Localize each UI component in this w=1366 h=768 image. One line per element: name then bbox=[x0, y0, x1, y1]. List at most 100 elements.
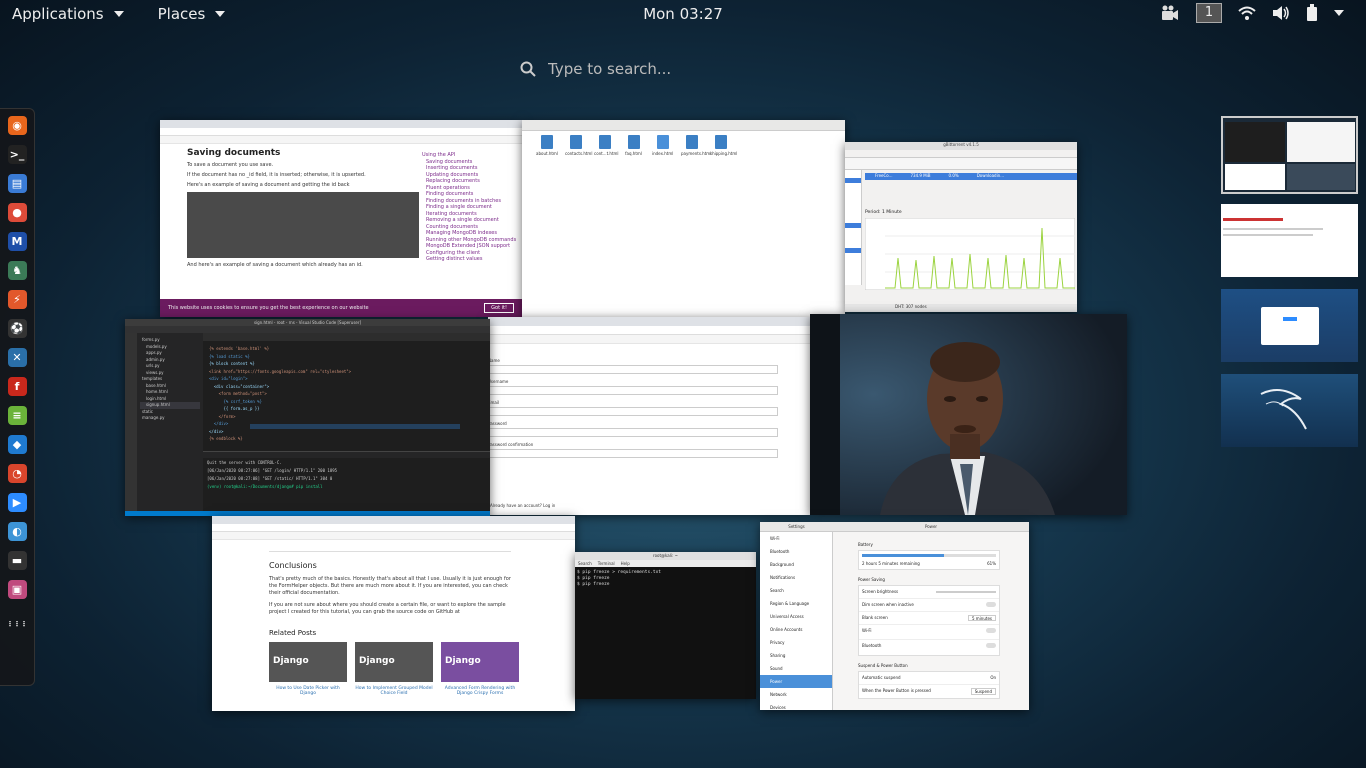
code-editor[interactable]: {% extends 'base.html' %} {% load static … bbox=[209, 345, 484, 450]
editor-tabs[interactable] bbox=[203, 333, 490, 341]
form-input[interactable] bbox=[488, 428, 778, 437]
file-item[interactable]: cont...t.html bbox=[594, 135, 619, 156]
post-caption[interactable]: Advanced Form Rendering with Django Cris… bbox=[441, 686, 519, 696]
places-menu[interactable]: Places bbox=[146, 0, 238, 27]
auto-suspend-row[interactable]: Automatic suspend On bbox=[859, 672, 999, 685]
clapper-icon[interactable]: ▬ bbox=[7, 551, 27, 570]
settings-sidebar-item[interactable]: Region & Language bbox=[760, 597, 832, 610]
wifi-row[interactable]: Wi-Fi bbox=[859, 625, 999, 640]
workspace-thumb-1[interactable] bbox=[1221, 116, 1358, 194]
form-input[interactable] bbox=[488, 386, 778, 395]
bluetooth-row[interactable]: Bluetooth bbox=[859, 640, 999, 655]
flash-icon[interactable]: f bbox=[7, 377, 27, 396]
settings-sidebar-item[interactable]: Network bbox=[760, 688, 832, 701]
workspace-thumb-3[interactable] bbox=[1221, 289, 1358, 362]
menu-bar[interactable] bbox=[125, 326, 490, 333]
settings-sidebar-item[interactable]: Power bbox=[760, 675, 832, 688]
blank-screen-row[interactable]: Blank screen 5 minutes bbox=[859, 612, 999, 625]
related-post[interactable]: Django How to Implement Grouped Model Cho… bbox=[355, 642, 433, 696]
table-row[interactable]: FreeCo... 734.9 MiB 0.0% Downloadin... bbox=[865, 173, 1077, 180]
file-item[interactable]: about.html bbox=[536, 135, 558, 156]
app-icon[interactable]: ▣ bbox=[7, 580, 27, 599]
form-input[interactable] bbox=[488, 407, 778, 416]
wifi-icon[interactable] bbox=[1238, 5, 1256, 21]
post-caption[interactable]: How to Use Date Picker with Django bbox=[269, 686, 347, 696]
files-headerbar[interactable] bbox=[522, 120, 845, 131]
address-bar[interactable] bbox=[160, 128, 522, 136]
file-item[interactable]: shipping.html bbox=[710, 135, 737, 156]
form-input[interactable] bbox=[488, 365, 778, 374]
tab-strip[interactable] bbox=[160, 120, 522, 128]
vscode-window[interactable]: sign.html - root - rns - Visual Studio C… bbox=[125, 319, 490, 516]
browser-window-mongo-docs[interactable]: Saving documents To save a document you … bbox=[160, 120, 522, 317]
soccer-icon[interactable]: ⚽ bbox=[7, 319, 27, 338]
ghidra-icon[interactable]: ♞ bbox=[7, 261, 27, 280]
explorer-panel[interactable]: forms.py models.py apps.py admin.py urls.py v… bbox=[137, 333, 203, 516]
post-caption[interactable]: How to Implement Grouped Model Choice Fi… bbox=[355, 686, 433, 696]
file-item[interactable]: index.html bbox=[652, 135, 673, 156]
terminal-tabs[interactable] bbox=[203, 451, 490, 458]
battery-icon[interactable] bbox=[1306, 4, 1318, 22]
integrated-terminal[interactable]: Quit the server with CONTROL-C. [06/Jan/2… bbox=[207, 459, 487, 509]
network-icon[interactable]: ✕ bbox=[7, 348, 27, 367]
video-player-window[interactable] bbox=[810, 314, 1127, 515]
login-link[interactable]: Already have an account? Log in bbox=[490, 503, 555, 508]
related-post[interactable]: Django Advanced Form Rendering with Djang… bbox=[441, 642, 519, 696]
remmina-icon[interactable]: ◐ bbox=[7, 522, 27, 541]
files-window[interactable]: about.html contacts.html cont...t.html faq.… bbox=[522, 120, 845, 317]
menu-item[interactable]: Terminal bbox=[598, 560, 615, 567]
file-item[interactable]: contacts.html bbox=[565, 135, 592, 156]
got-it-button[interactable]: Got it! bbox=[484, 303, 514, 313]
tab-strip[interactable] bbox=[212, 516, 575, 524]
menu-bar[interactable]: Search Terminal Help bbox=[575, 560, 756, 567]
menu-item[interactable]: Help bbox=[621, 560, 630, 567]
address-bar[interactable] bbox=[212, 524, 575, 532]
file-item[interactable]: payments.html bbox=[681, 135, 711, 156]
settings-sidebar-item[interactable]: Search bbox=[760, 584, 832, 597]
firefox-icon[interactable]: ◉ bbox=[7, 116, 27, 135]
related-post[interactable]: Django How to Use Date Picker with Django bbox=[269, 642, 347, 696]
toc-link[interactable]: MongoDB Extended JSON support bbox=[422, 243, 520, 250]
chrome-icon[interactable]: ● bbox=[7, 203, 27, 222]
settings-sidebar-item[interactable]: Background bbox=[760, 558, 832, 571]
applications-menu[interactable]: Applications bbox=[0, 0, 136, 27]
power-button-row[interactable]: When the Power Button is pressed Suspend bbox=[859, 685, 999, 698]
settings-sidebar-item[interactable]: Bluetooth bbox=[760, 545, 832, 558]
notes-icon[interactable]: ≡ bbox=[7, 406, 27, 425]
system-tray[interactable]: 1 bbox=[1160, 3, 1344, 23]
terminal-icon[interactable]: >_ bbox=[7, 145, 27, 164]
toc-link[interactable]: Getting distinct values bbox=[422, 256, 520, 263]
settings-window[interactable]: Settings Power Wi-Fi Bluetooth Background N… bbox=[760, 522, 1029, 710]
volume-icon[interactable] bbox=[1272, 5, 1290, 21]
browser-window-signup[interactable]: Name Username Email Password Password confir… bbox=[488, 317, 810, 515]
settings-headerbar[interactable]: Settings Power bbox=[760, 522, 1029, 532]
burpsuite-icon[interactable]: ⚡ bbox=[7, 290, 27, 309]
menu-item[interactable]: Search bbox=[578, 560, 592, 567]
qbittorrent-window[interactable]: gBittorrent v4.1.5 FreeCo... 734.9 MiB 0… bbox=[845, 142, 1077, 312]
settings-sidebar-item[interactable]: Sound bbox=[760, 662, 832, 675]
toolbar[interactable] bbox=[845, 158, 1077, 170]
vscode-icon[interactable]: ◆ bbox=[7, 435, 27, 454]
terminal-window[interactable]: root@kali: ~ Search Terminal Help $ pip fr… bbox=[575, 552, 756, 699]
clock[interactable]: Mon 03:27 bbox=[583, 5, 783, 23]
address-bar[interactable] bbox=[488, 326, 810, 335]
tab-strip[interactable] bbox=[488, 317, 810, 326]
settings-sidebar-item[interactable]: Universal Access bbox=[760, 610, 832, 623]
dim-screen-row[interactable]: Dim screen when inactive bbox=[859, 599, 999, 612]
brightness-row[interactable]: Screen brightness bbox=[859, 586, 999, 599]
terminal-output[interactable]: $ pip freeze > requirements.txt $ pip fre… bbox=[575, 567, 756, 591]
zoom-icon[interactable]: ▶ bbox=[7, 493, 27, 512]
workspace-thumb-2[interactable] bbox=[1221, 204, 1358, 277]
files-icon[interactable]: ▤ bbox=[7, 174, 27, 193]
activity-bar[interactable] bbox=[125, 333, 137, 516]
settings-sidebar-item[interactable]: Devices bbox=[760, 701, 832, 710]
browser-window-blog[interactable]: Conclusions That's pretty much of the ba… bbox=[212, 516, 575, 711]
show-apps-icon[interactable]: ⋮⋮⋮ bbox=[7, 615, 28, 634]
workspace-indicator[interactable]: 1 bbox=[1196, 3, 1222, 23]
explorer-item[interactable]: manage.py bbox=[140, 415, 200, 422]
file-item[interactable]: faq.html bbox=[623, 135, 644, 156]
settings-sidebar-item[interactable]: Sharing bbox=[760, 649, 832, 662]
settings-sidebar-item[interactable]: Notifications bbox=[760, 571, 832, 584]
chevron-down-icon[interactable] bbox=[1334, 10, 1344, 16]
camera-icon[interactable] bbox=[1160, 5, 1180, 21]
